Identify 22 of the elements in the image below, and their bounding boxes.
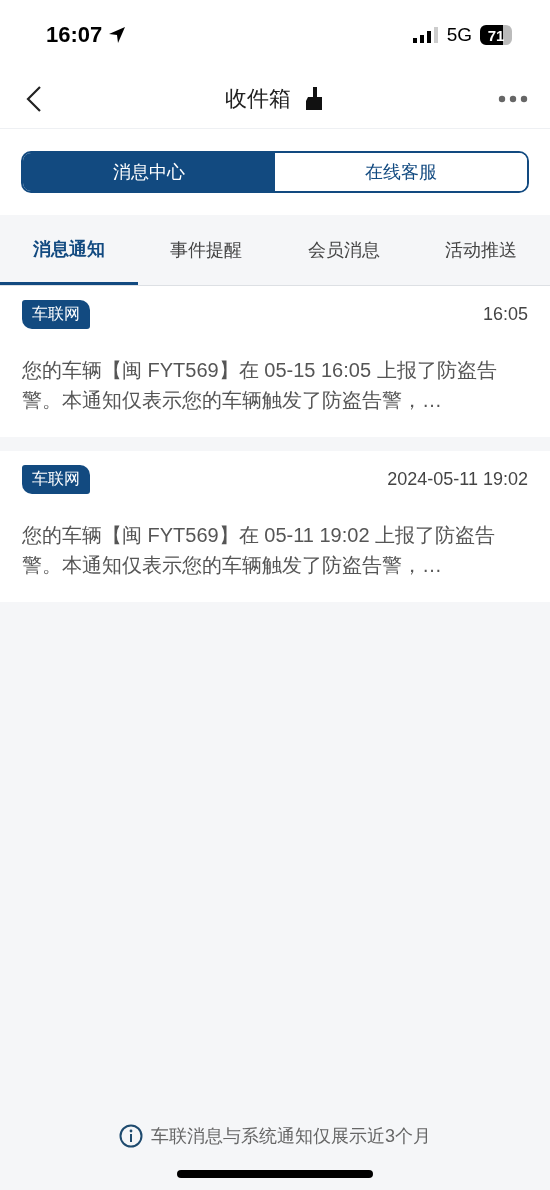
tab[interactable]: 事件提醒	[137, 215, 275, 285]
back-icon[interactable]	[26, 85, 42, 113]
message-text: 您的车辆【闽 FYT569】在 05-11 19:02 上报了防盗告警。本通知仅表示您的车辆触发了防盗告警，…	[22, 523, 497, 578]
tab[interactable]: 活动推送	[412, 215, 550, 285]
message-card[interactable]: 车联网 2024-05-11 19:02 您的车辆【闽 FYT569】在 05-11 19:02 上报了防盗告警。本通知仅表示您的车辆触发了防盗告警，…	[0, 451, 550, 602]
message-card[interactable]: 车联网 16:05 您的车辆【闽 FYT569】在 05-15 16:05 上报了防盗告警。本通知仅表示您的车辆触发了防盗告警，…	[0, 286, 550, 437]
network-label: 5G	[446, 24, 472, 46]
status-time: 16:07	[46, 22, 103, 48]
message-time: 16:05	[482, 304, 528, 325]
tab[interactable]: 会员消息	[275, 215, 413, 285]
segment-button[interactable]: 消息中心	[23, 153, 275, 191]
more-icon[interactable]	[498, 95, 528, 103]
page-title: 收件箱	[225, 85, 291, 113]
footer-note: 车联消息与系统通知仅展示近3个月	[151, 1125, 431, 1148]
info-icon	[119, 1124, 143, 1148]
category-tag: 车联网	[22, 465, 90, 494]
category-tag: 车联网	[22, 300, 90, 329]
message-text: 您的车辆【闽 FYT569】在 05-15 16:05 上报了防盗告警。本通知仅表示您的车辆触发了防盗告警，…	[22, 358, 498, 413]
location-arrow-icon	[108, 26, 127, 44]
broom-icon[interactable]	[305, 87, 325, 111]
message-time: 2024-05-11 19:02	[387, 469, 528, 490]
signal-icon	[412, 27, 439, 43]
